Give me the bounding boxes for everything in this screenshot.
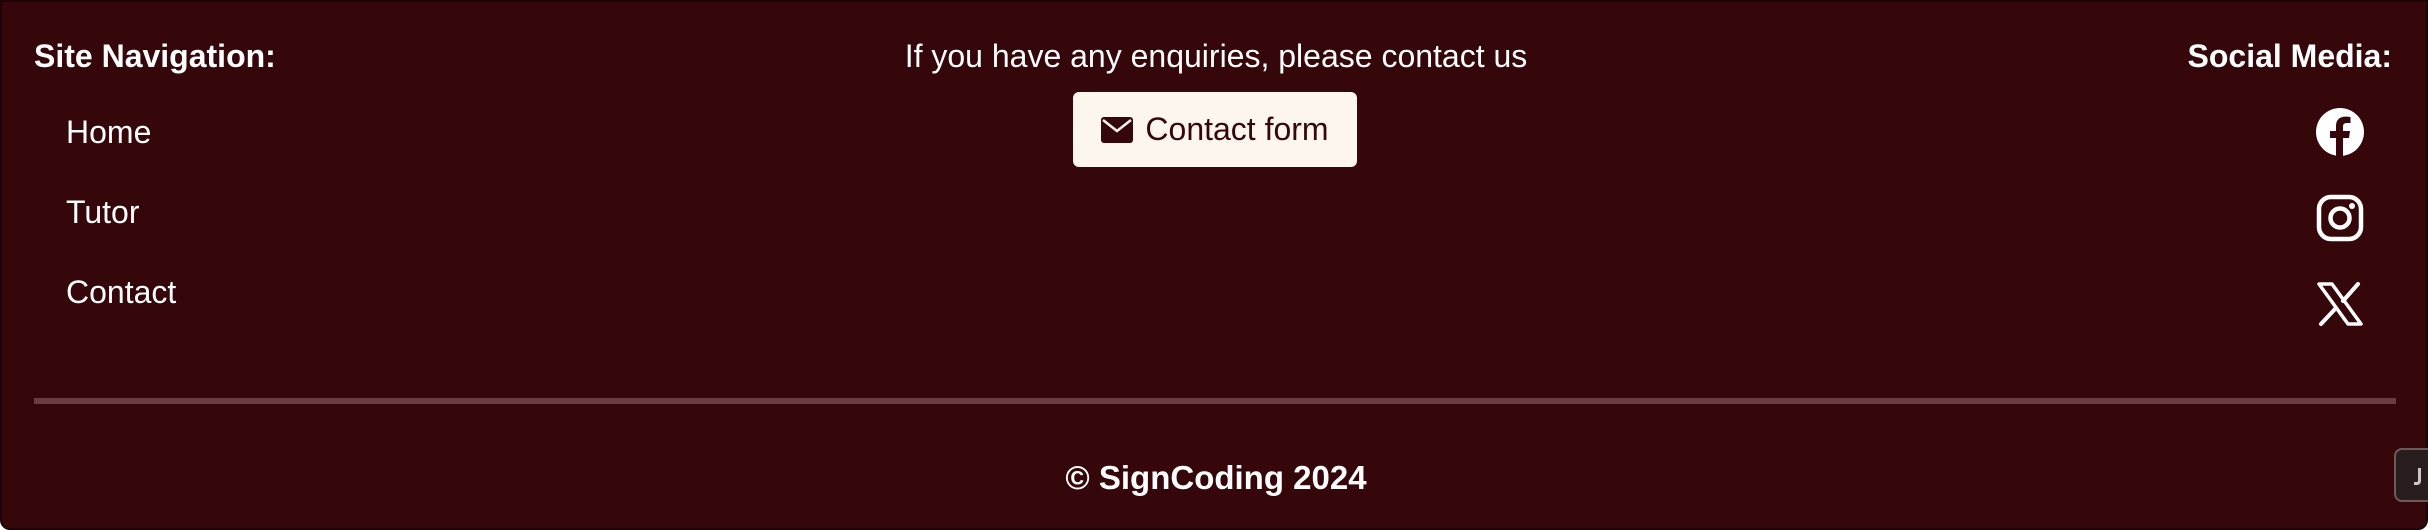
footer-divider <box>34 398 2396 404</box>
back-to-top-button[interactable] <box>2394 448 2428 502</box>
nav-item-contact: Contact <box>66 269 176 349</box>
envelope-icon <box>1101 116 1134 143</box>
instagram-icon[interactable] <box>2316 194 2364 242</box>
copyright-text: © SignCoding 2024 <box>1065 459 1367 496</box>
contact-form-button[interactable]: Contact form <box>1073 92 1357 167</box>
facebook-icon[interactable] <box>2316 108 2364 156</box>
enquiry-text: If you have any enquiries, please contac… <box>904 38 1528 74</box>
nav-item-home: Home <box>66 109 176 189</box>
contact-form-button-label: Contact form <box>1145 111 1329 147</box>
x-twitter-icon[interactable] <box>2316 280 2364 328</box>
site-navigation-list: Home Tutor Contact <box>66 109 176 349</box>
arrow-icon <box>2414 468 2421 485</box>
site-footer: Site Navigation: Home Tutor Contact If y… <box>0 0 2428 530</box>
nav-link-contact[interactable]: Contact <box>66 274 176 310</box>
nav-item-tutor: Tutor <box>66 189 176 269</box>
nav-link-home[interactable]: Home <box>66 114 151 150</box>
social-media-heading: Social Media: <box>2187 38 2393 74</box>
nav-link-tutor[interactable]: Tutor <box>66 194 140 230</box>
